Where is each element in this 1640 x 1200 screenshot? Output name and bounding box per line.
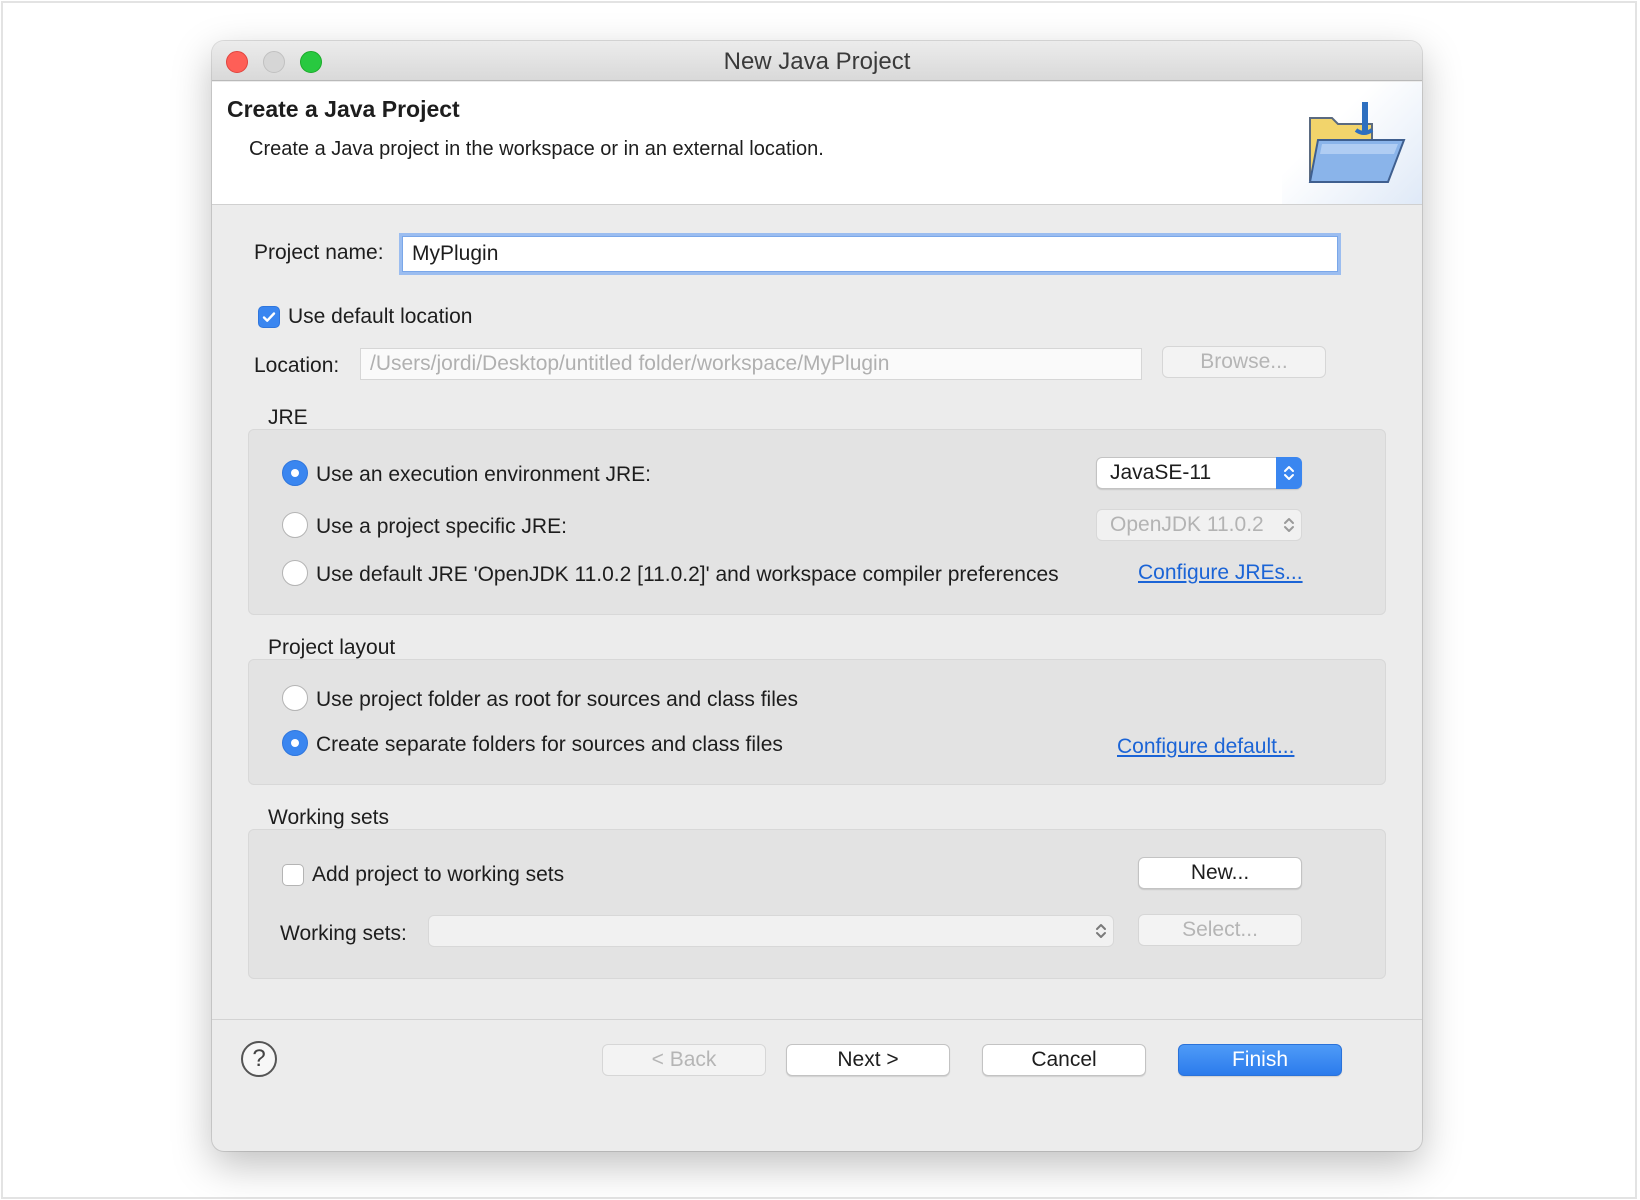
window-title: New Java Project xyxy=(723,48,911,75)
browse-button[interactable]: Browse... xyxy=(1162,346,1326,378)
project-name-input[interactable]: MyPlugin xyxy=(402,236,1338,272)
location-label: Location: xyxy=(254,354,340,377)
help-icon[interactable]: ? xyxy=(241,1041,277,1077)
project-layout-group xyxy=(248,659,1386,785)
wizard-banner: Create a Java Project Create a Java proj… xyxy=(212,82,1422,205)
banner-art xyxy=(1282,82,1422,204)
up-down-arrows-icon xyxy=(1276,457,1302,489)
jre-project-specific-radio[interactable] xyxy=(282,512,308,538)
project-name-label: Project name: xyxy=(254,241,384,264)
layout-option-label: Use project folder as root for sources a… xyxy=(316,688,799,711)
footer-separator xyxy=(212,1019,1422,1020)
banner-description: Create a Java project in the workspace o… xyxy=(249,138,824,160)
working-sets-select[interactable] xyxy=(428,915,1114,947)
cancel-button[interactable]: Cancel xyxy=(982,1044,1146,1076)
finish-button[interactable]: Finish xyxy=(1178,1044,1342,1076)
java-folder-icon xyxy=(1308,102,1406,183)
back-button[interactable]: < Back xyxy=(602,1044,766,1076)
add-to-working-sets-label: Add project to working sets xyxy=(312,863,565,886)
jre-default-radio[interactable] xyxy=(282,560,308,586)
add-to-working-sets-checkbox[interactable] xyxy=(282,864,304,886)
configure-jres-link[interactable]: Configure JREs... xyxy=(1138,561,1303,585)
location-input[interactable]: /Users/jordi/Desktop/untitled folder/wor… xyxy=(360,348,1142,380)
jre-option-label: Use a project specific JRE: xyxy=(316,515,567,538)
use-default-location-label: Use default location xyxy=(288,305,473,328)
use-default-location-checkbox[interactable] xyxy=(258,306,280,328)
layout-root-folder-radio[interactable] xyxy=(282,685,308,711)
execution-environment-value: JavaSE-11 xyxy=(1110,461,1212,484)
up-down-arrows-icon xyxy=(1276,509,1302,541)
project-specific-jre-value: OpenJDK 11.0.2 xyxy=(1110,513,1264,536)
project-specific-jre-select[interactable]: OpenJDK 11.0.2 xyxy=(1096,509,1302,541)
select-working-sets-button[interactable]: Select... xyxy=(1138,914,1302,946)
up-down-arrows-icon xyxy=(1088,915,1114,947)
layout-option-label: Create separate folders for sources and … xyxy=(316,733,783,756)
working-sets-group-title: Working sets xyxy=(268,806,389,829)
new-working-set-button[interactable]: New... xyxy=(1138,857,1302,889)
project-layout-group-title: Project layout xyxy=(268,636,396,659)
radio-dot xyxy=(291,739,299,747)
next-button[interactable]: Next > xyxy=(786,1044,950,1076)
new-java-project-dialog: New Java Project Create a Java Project C… xyxy=(212,41,1422,1151)
jre-execution-environment-radio[interactable] xyxy=(282,460,308,486)
jre-option-label: Use an execution environment JRE: xyxy=(316,463,652,486)
working-sets-label: Working sets: xyxy=(280,922,407,945)
checkmark-icon xyxy=(262,312,276,322)
jre-group-title: JRE xyxy=(268,406,308,429)
configure-default-link[interactable]: Configure default... xyxy=(1117,735,1294,759)
banner-title: Create a Java Project xyxy=(227,96,460,122)
jre-option-label: Use default JRE 'OpenJDK 11.0.2 [11.0.2]… xyxy=(316,563,1059,586)
layout-separate-folders-radio[interactable] xyxy=(282,730,308,756)
working-sets-group xyxy=(248,829,1386,979)
title-bar: New Java Project xyxy=(212,41,1422,81)
execution-environment-select[interactable]: JavaSE-11 xyxy=(1096,457,1302,489)
radio-dot xyxy=(291,469,299,477)
